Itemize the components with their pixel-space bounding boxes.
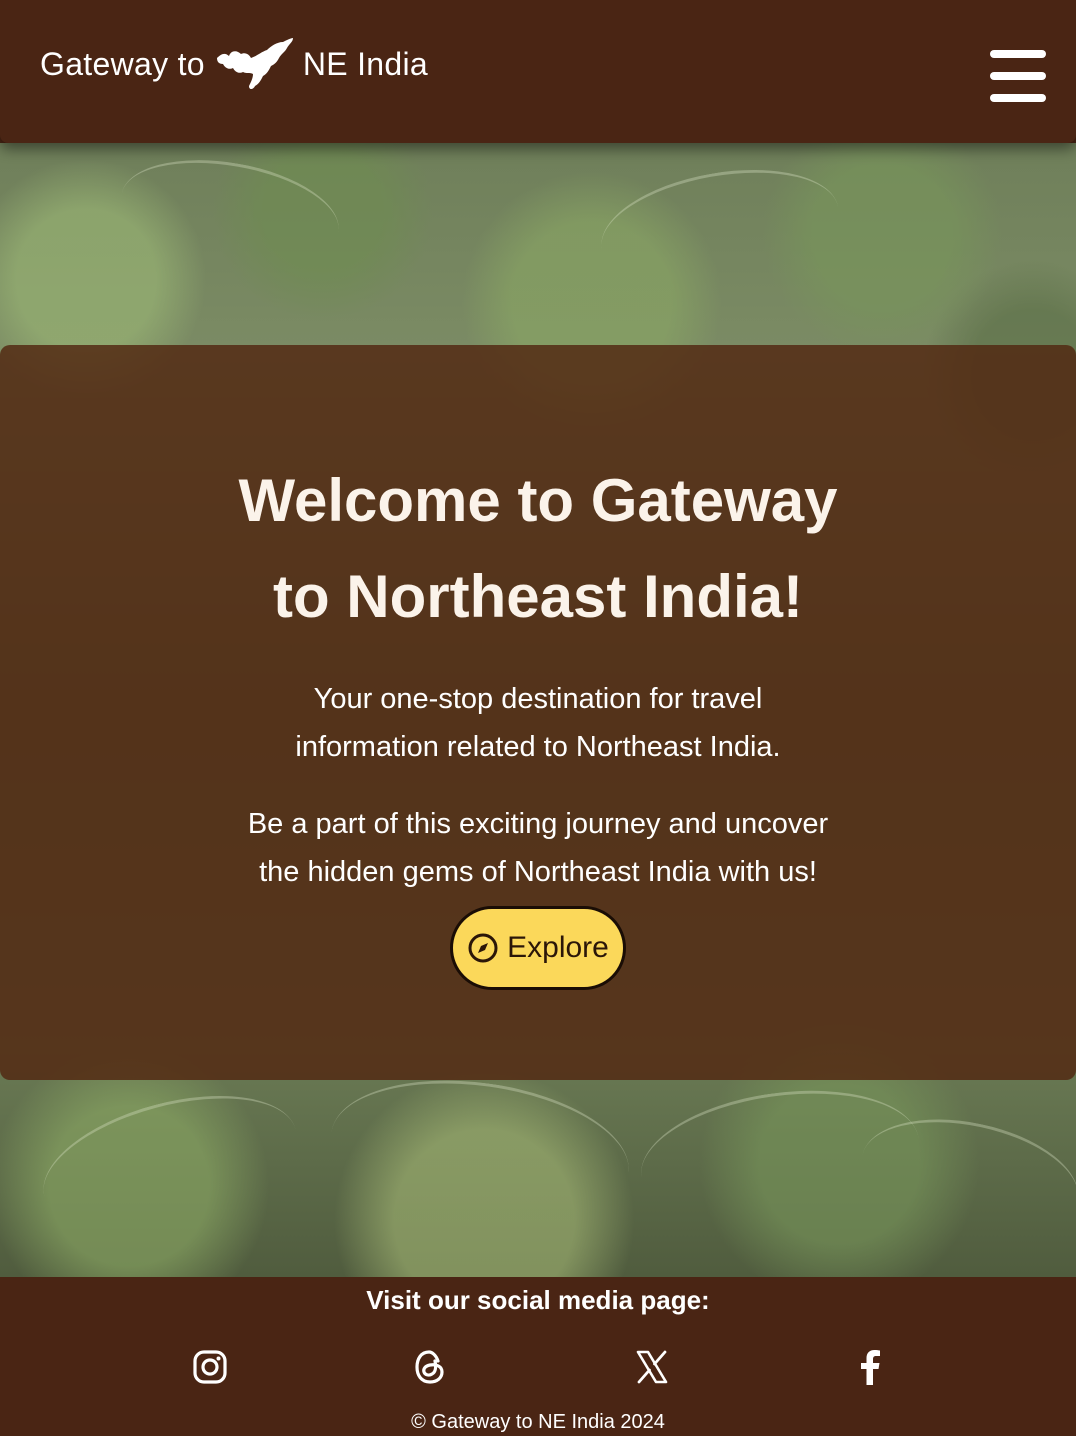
hero-body-line: Be a part of this exciting journey and u… — [247, 808, 829, 840]
menu-bar — [990, 50, 1046, 58]
hero-subtitle-line: Your one-stop destination for travel — [313, 683, 763, 715]
copyright-text: © Gateway to NE India 2024 — [411, 1411, 665, 1433]
facebook-link[interactable] — [850, 1347, 890, 1387]
instagram-icon — [193, 1350, 227, 1384]
site-footer: Visit our social media page: © Gateway t… — [0, 1277, 1076, 1436]
hero-body-text: Be a part of this exciting journey and u… — [0, 800, 1076, 896]
social-heading: Visit our social media page: — [366, 1285, 710, 1315]
explore-button[interactable]: Explore — [450, 906, 626, 990]
hero-title-line: Welcome to Gateway — [238, 467, 838, 534]
brand-logo-link[interactable]: Gateway to NE India — [40, 36, 428, 92]
hero-title: Welcome to Gateway to Northeast India! — [0, 453, 1076, 645]
x-icon — [636, 1350, 668, 1384]
explore-label: Explore — [507, 931, 609, 964]
hero-subtitle: Your one-stop destination for travel inf… — [0, 675, 1076, 771]
x-link[interactable] — [632, 1347, 672, 1387]
hero-title-line: to Northeast India! — [272, 563, 803, 630]
menu-bar — [990, 94, 1046, 102]
facebook-icon — [861, 1350, 880, 1385]
threads-link[interactable] — [410, 1347, 450, 1387]
instagram-link[interactable] — [190, 1347, 230, 1387]
brand-prefix: Gateway to — [40, 45, 205, 82]
brand-suffix: NE India — [302, 45, 428, 82]
page: Gateway to NE India Welcome to Gateway t… — [0, 0, 1076, 1436]
compass-icon — [468, 933, 498, 963]
menu-bar — [990, 72, 1046, 80]
hero-subtitle-line: information related to Northeast India. — [295, 731, 781, 763]
hero-body-line: the hidden gems of Northeast India with … — [259, 856, 817, 888]
northeast-india-map-icon — [216, 38, 293, 89]
threads-icon — [415, 1350, 444, 1384]
site-header: Gateway to NE India — [0, 0, 1076, 143]
welcome-card: Welcome to Gateway to Northeast India! Y… — [0, 345, 1076, 1080]
hamburger-menu-icon[interactable] — [990, 50, 1046, 102]
